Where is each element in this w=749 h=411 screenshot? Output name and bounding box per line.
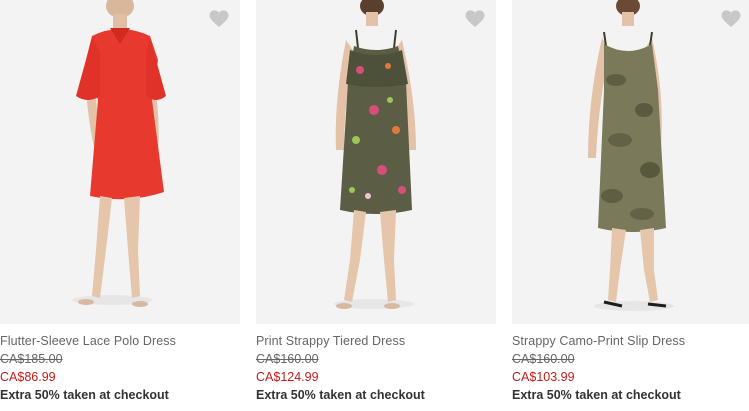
product-card[interactable]: Flutter-Sleeve Lace Polo Dress CA$185.00… bbox=[0, 0, 240, 411]
heart-icon[interactable] bbox=[721, 10, 741, 28]
product-name[interactable]: Strappy Camo-Print Slip Dress bbox=[512, 334, 685, 348]
product-card[interactable]: Strappy Camo-Print Slip Dress CA$160.00 … bbox=[512, 0, 749, 411]
product-image[interactable] bbox=[256, 0, 496, 324]
promo-text: Extra 50% taken at checkout bbox=[256, 388, 425, 402]
product-grid: Flutter-Sleeve Lace Polo Dress CA$185.00… bbox=[0, 0, 749, 411]
original-price: CA$160.00 bbox=[256, 352, 319, 366]
product-name[interactable]: Print Strappy Tiered Dress bbox=[256, 334, 405, 348]
promo-text: Extra 50% taken at checkout bbox=[512, 388, 681, 402]
model-red-dress-illustration bbox=[0, 0, 240, 324]
original-price: CA$160.00 bbox=[512, 352, 575, 366]
sale-price: CA$86.99 bbox=[0, 370, 56, 384]
original-price: CA$185.00 bbox=[0, 352, 63, 366]
product-card[interactable]: Print Strappy Tiered Dress CA$160.00 CA$… bbox=[256, 0, 496, 411]
model-floral-dress-illustration bbox=[256, 0, 496, 324]
product-image[interactable] bbox=[0, 0, 240, 324]
heart-icon[interactable] bbox=[465, 10, 485, 28]
heart-icon[interactable] bbox=[209, 10, 229, 28]
sale-price: CA$103.99 bbox=[512, 370, 575, 384]
model-camo-dress-illustration bbox=[512, 0, 749, 324]
product-name[interactable]: Flutter-Sleeve Lace Polo Dress bbox=[0, 334, 176, 348]
sale-price: CA$124.99 bbox=[256, 370, 319, 384]
product-image[interactable] bbox=[512, 0, 749, 324]
promo-text: Extra 50% taken at checkout bbox=[0, 388, 169, 402]
